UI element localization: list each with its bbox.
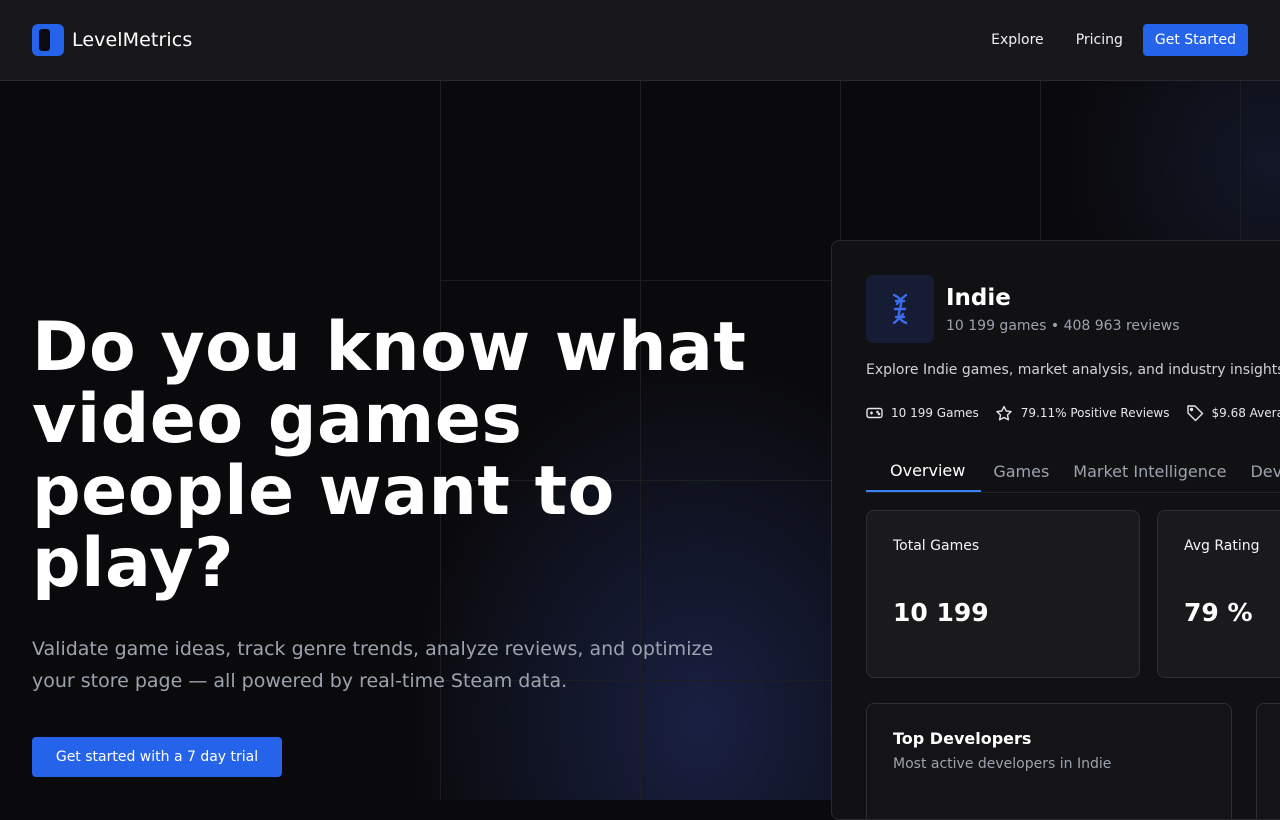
stat-positive-reviews: 79.11% Positive Reviews <box>995 405 1170 422</box>
top-developers-title: Top Developers <box>893 729 1031 748</box>
star-icon <box>995 405 1013 422</box>
secondary-card <box>1256 703 1280 820</box>
dna-helix-icon <box>866 275 934 343</box>
genre-preview-panel: Indie 10 199 games • 408 963 reviews Exp… <box>831 240 1280 820</box>
tab-games[interactable]: Games <box>981 451 1061 491</box>
gamepad-icon <box>866 406 883 420</box>
site-header: LevelMetrics Explore Pricing Get Started <box>0 0 1280 81</box>
stat-games-text: 10 199 Games <box>891 406 979 420</box>
stat-games: 10 199 Games <box>866 406 979 420</box>
levelmetrics-logo-icon <box>32 24 64 56</box>
metric-label: Total Games <box>893 538 979 554</box>
brand-name: LevelMetrics <box>72 29 192 51</box>
start-trial-button[interactable]: Get started with a 7 day trial <box>32 737 282 777</box>
genre-meta: 10 199 games • 408 963 reviews <box>946 318 1180 334</box>
metric-value: 10 199 <box>893 598 989 627</box>
price-tag-icon <box>1186 404 1204 422</box>
metric-label: Avg Rating <box>1184 538 1260 554</box>
metric-card-total-games: Total Games 10 199 <box>866 510 1140 678</box>
get-started-button[interactable]: Get Started <box>1143 24 1248 56</box>
genre-stats-row: 10 199 Games 79.11% Positive Reviews $9.… <box>866 404 1280 422</box>
metric-card-avg-rating: Avg Rating 79 % <box>1157 510 1280 678</box>
brand-home-link[interactable]: LevelMetrics <box>32 24 192 56</box>
genre-tabs: Overview Games Market Intelligence Devel… <box>866 451 1280 493</box>
tab-developers[interactable]: Developers <box>1238 451 1280 491</box>
nav-explore-link[interactable]: Explore <box>991 32 1044 48</box>
stat-price-text: $9.68 Average Price <box>1212 406 1280 420</box>
nav-pricing-link[interactable]: Pricing <box>1076 32 1123 48</box>
tab-overview[interactable]: Overview <box>866 451 981 492</box>
stat-average-price: $9.68 Average Price <box>1186 404 1280 422</box>
tab-market-intelligence[interactable]: Market Intelligence <box>1061 451 1238 491</box>
stat-reviews-text: 79.11% Positive Reviews <box>1021 406 1170 420</box>
top-developers-subtitle: Most active developers in Indie <box>893 756 1111 772</box>
hero-subtext: Validate game ideas, track genre trends,… <box>32 633 722 697</box>
top-nav: Explore Pricing Get Started <box>991 24 1248 56</box>
hero-headline: Do you know what video games people want… <box>32 312 752 600</box>
top-developers-card: Top Developers Most active developers in… <box>866 703 1232 820</box>
metric-value: 79 % <box>1184 598 1253 627</box>
genre-title: Indie <box>946 285 1011 311</box>
genre-description: Explore Indie games, market analysis, an… <box>866 362 1280 378</box>
